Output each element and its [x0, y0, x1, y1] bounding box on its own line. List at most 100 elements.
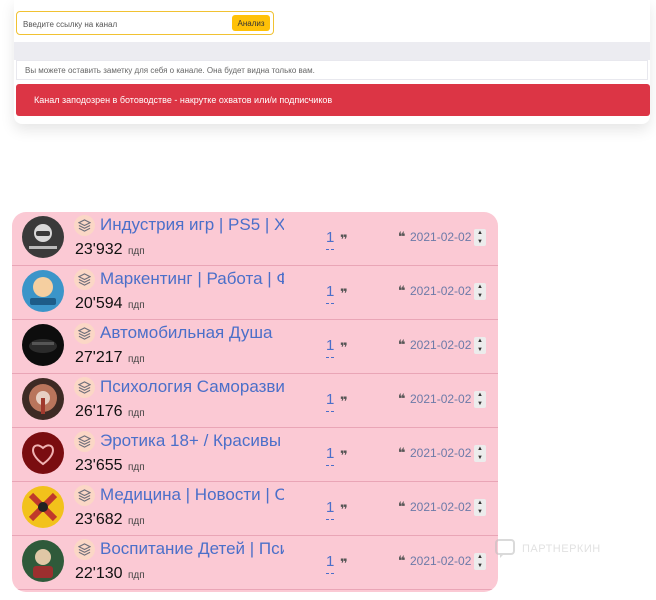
- category-badge[interactable]: [74, 215, 95, 236]
- spin-up-icon[interactable]: ▲: [477, 283, 483, 291]
- spin-up-icon[interactable]: ▲: [477, 391, 483, 399]
- quote-icon: ❞: [340, 503, 348, 518]
- channel-avatar[interactable]: [22, 216, 64, 258]
- watermark-logo-icon: [495, 539, 515, 558]
- spin-down-icon[interactable]: ▼: [477, 562, 483, 570]
- channel-row[interactable]: Маркентинг | Работа | Ф 20'594 пдп 1 ❞ ❝…: [12, 266, 498, 320]
- analyze-button[interactable]: Анализ: [232, 15, 270, 31]
- category-badge[interactable]: [74, 377, 95, 398]
- medicine-avatar: [22, 486, 64, 528]
- channel-title-link[interactable]: Автомобильная Душа: [100, 321, 284, 345]
- spinner-arrows-icon[interactable]: ▲ ▼: [474, 283, 486, 300]
- car-avatar: [22, 324, 64, 366]
- spinner-arrows-icon[interactable]: ▲ ▼: [474, 553, 486, 570]
- spinner-arrows-icon[interactable]: ▲ ▼: [474, 337, 486, 354]
- quote-icon: ❝: [398, 500, 406, 515]
- mentions-count-link[interactable]: 1: [326, 228, 335, 250]
- mentions-count-link[interactable]: 1: [326, 552, 335, 574]
- mentions-count-link[interactable]: 1: [326, 336, 335, 358]
- channel-title-link[interactable]: Маркентинг | Работа | Ф: [100, 267, 284, 291]
- quote-icon: ❞: [340, 395, 348, 410]
- channel-row[interactable]: Медицина | Новости | С 23'682 пдп 1 ❞ ❝ …: [12, 482, 498, 536]
- partnerkin-watermark: ПАРТНЕРКИН: [494, 538, 634, 560]
- quote-icon: ❝: [398, 446, 406, 461]
- subscriber-count: 23'655: [75, 457, 123, 474]
- mentions-count-link[interactable]: 1: [326, 498, 335, 520]
- channel-title-link[interactable]: Медицина | Новости | С: [100, 483, 284, 507]
- channel-title-link[interactable]: Эротика 18+ / Красивы: [100, 429, 284, 453]
- spin-down-icon[interactable]: ▼: [477, 400, 483, 408]
- subscriber-count: 22'130: [75, 565, 123, 582]
- subscriber-unit: пдп: [128, 462, 145, 473]
- layers-icon: [78, 381, 91, 394]
- subscriber-count: 23'682: [75, 511, 123, 528]
- subscriber-count: 23'932: [75, 241, 123, 258]
- quote-icon: ❝: [398, 392, 406, 407]
- note-field[interactable]: Вы можете оставить заметку для себя о ка…: [16, 60, 648, 80]
- category-badge[interactable]: [74, 539, 95, 560]
- spin-down-icon[interactable]: ▼: [477, 508, 483, 516]
- subscriber-count: 20'594: [75, 295, 123, 312]
- spin-up-icon[interactable]: ▲: [477, 337, 483, 345]
- channel-link-input[interactable]: [21, 14, 233, 34]
- quote-icon: ❞: [340, 449, 348, 464]
- layers-icon: [78, 273, 91, 286]
- quote-icon: ❝: [398, 230, 406, 245]
- spin-up-icon[interactable]: ▲: [477, 445, 483, 453]
- quote-icon: ❝: [398, 554, 406, 569]
- spinner-arrows-icon[interactable]: ▲ ▼: [474, 499, 486, 516]
- subscriber-unit: пдп: [128, 300, 145, 311]
- channel-title-link[interactable]: Психология Саморазви: [100, 375, 284, 399]
- spinner-arrows-icon[interactable]: ▲ ▼: [474, 229, 486, 246]
- channel-title-link[interactable]: Индустрия игр | PS5 | Xb: [100, 213, 284, 237]
- subscriber-count: 27'217: [75, 349, 123, 366]
- channel-avatar[interactable]: [22, 486, 64, 528]
- bot-warning-alert: Канал заподозрен в ботоводстве - накрутк…: [16, 84, 650, 116]
- layers-icon: [78, 543, 91, 556]
- good-job-avatar: [22, 270, 64, 312]
- divider-band: [14, 42, 650, 60]
- search-box: Анализ: [16, 11, 274, 35]
- subscriber-unit: пдп: [128, 354, 145, 365]
- quote-icon: ❝: [398, 338, 406, 353]
- channel-row[interactable]: Эротика 18+ / Красивы 23'655 пдп 1 ❞ ❝ 2…: [12, 428, 498, 482]
- category-badge[interactable]: [74, 323, 95, 344]
- watermark-text: ПАРТНЕРКИН: [522, 543, 601, 555]
- channel-list: Индустрия игр | PS5 | Xb 23'932 пдп 1 ❞ …: [12, 212, 498, 592]
- layers-icon: [78, 489, 91, 502]
- subscriber-count: 26'176: [75, 403, 123, 420]
- subscriber-unit: пдп: [128, 408, 145, 419]
- spinner-arrows-icon[interactable]: ▲ ▼: [474, 391, 486, 408]
- mentions-count-link[interactable]: 1: [326, 390, 335, 412]
- category-badge[interactable]: [74, 431, 95, 452]
- spin-up-icon[interactable]: ▲: [477, 499, 483, 507]
- channel-avatar[interactable]: [22, 270, 64, 312]
- channel-avatar[interactable]: [22, 432, 64, 474]
- channel-row[interactable]: Индустрия игр | PS5 | Xb 23'932 пдп 1 ❞ …: [12, 212, 498, 266]
- channel-analysis-card: Анализ Вы можете оставить заметку для се…: [14, 0, 650, 124]
- spin-up-icon[interactable]: ▲: [477, 553, 483, 561]
- channel-row[interactable]: Воспитание Детей | Пси 22'130 пдп 1 ❞ ❝ …: [12, 536, 498, 590]
- quote-icon: ❞: [340, 341, 348, 356]
- channel-avatar[interactable]: [22, 540, 64, 582]
- spin-down-icon[interactable]: ▼: [477, 454, 483, 462]
- mentions-count-link[interactable]: 1: [326, 444, 335, 466]
- channel-avatar[interactable]: [22, 378, 64, 420]
- spin-up-icon[interactable]: ▲: [477, 229, 483, 237]
- channel-row[interactable]: Автомобильная Душа 27'217 пдп 1 ❞ ❝ 2021…: [12, 320, 498, 374]
- channel-row[interactable]: Психология Саморазви 26'176 пдп 1 ❞ ❝ 20…: [12, 374, 498, 428]
- channel-title-link[interactable]: Воспитание Детей | Пси: [100, 537, 284, 561]
- spin-down-icon[interactable]: ▼: [477, 292, 483, 300]
- layers-icon: [78, 219, 91, 232]
- quote-icon: ❝: [398, 284, 406, 299]
- channel-avatar[interactable]: [22, 324, 64, 366]
- quote-icon: ❞: [340, 233, 348, 248]
- mentions-count-link[interactable]: 1: [326, 282, 335, 304]
- spin-down-icon[interactable]: ▼: [477, 238, 483, 246]
- category-badge[interactable]: [74, 485, 95, 506]
- quote-icon: ❞: [340, 557, 348, 572]
- spin-down-icon[interactable]: ▼: [477, 346, 483, 354]
- erotica-avatar: [22, 432, 64, 474]
- spinner-arrows-icon[interactable]: ▲ ▼: [474, 445, 486, 462]
- category-badge[interactable]: [74, 269, 95, 290]
